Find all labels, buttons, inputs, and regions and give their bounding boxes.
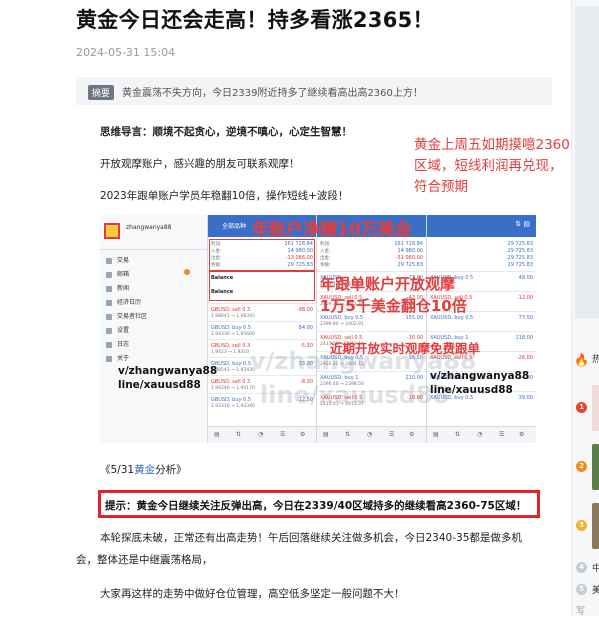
bottom-toolbar: ▤ ⇅ ◔ ☰ ⚙ xyxy=(427,426,536,443)
sidebar-ad-block xyxy=(575,6,599,318)
paragraph-intro: 思维导言：顺境不起贪心，逆境不嗔心，心定生智慧！ xyxy=(100,126,352,138)
article: 黄金今日还会走高！持多看涨2365！ 2024-05-31 15:04 摘要 黄… xyxy=(0,0,570,616)
paragraph-outlook-cont: 会，整体还是中继震荡格局， xyxy=(76,554,213,566)
summary-box: 摘要 黄金震荡不失方向，今日2339附近持多了继续看高出高2360上方！ xyxy=(76,77,552,105)
paragraph-open-account: 开放观摩账户，感兴趣的朋友可联系观摩！ xyxy=(100,158,300,170)
contact-wechat-left: v/zhangwanya88 xyxy=(118,365,218,377)
menu-item-mail[interactable]: 邮箱 xyxy=(106,269,129,278)
paragraph-result-2023: 2023年跟单账户学员年稳翻10倍，操作短线+波段！ xyxy=(100,190,349,202)
calendar-icon xyxy=(106,299,112,306)
menu-item-about[interactable]: 关于 xyxy=(106,353,129,362)
overlay-account-growth: 1万5千美金翻仓10倍 xyxy=(320,297,467,315)
highlight-box xyxy=(209,239,315,271)
menu-item-journal[interactable]: 日志 xyxy=(106,339,129,348)
contact-line-left: line/xauusd88 xyxy=(118,379,201,391)
hot-thumb-2[interactable] xyxy=(592,444,599,490)
overlay-free-follow: 近期开放实时观摩免费跟单 xyxy=(330,341,481,356)
rank-badge-2: 2 xyxy=(576,461,587,472)
contact-line-right: line/xauusd88 xyxy=(430,384,513,396)
menu-item-news[interactable]: 新闻 xyxy=(106,283,129,292)
menu-item-calendar[interactable]: 经济日历 xyxy=(106,297,141,306)
bottom-toolbar: ▤ ⇅ ◔ ☰ ⚙ xyxy=(208,426,316,443)
publish-date: 2024-05-31 15:04 xyxy=(76,46,176,59)
menu-item-community[interactable]: 交易者社区 xyxy=(106,311,147,320)
overlay-headline: 年账户净赚10万美金 xyxy=(252,220,412,240)
hot-thumb-3[interactable] xyxy=(592,503,599,549)
community-icon xyxy=(106,313,112,320)
notification-dot xyxy=(184,269,190,275)
keyword-link[interactable]: 黄金 xyxy=(134,464,155,476)
tip-box: 提示：黄金今日继续关注反弹出高，今日在2339/40区域持多的继续看高2360-… xyxy=(98,490,540,518)
fire-icon: 🔥 xyxy=(574,353,589,367)
summary-tag: 摘要 xyxy=(88,85,115,100)
trade-icon xyxy=(106,257,112,264)
gear-icon xyxy=(106,327,112,334)
mail-icon xyxy=(106,271,112,278)
menu-item-trade[interactable]: 交易 xyxy=(106,255,129,264)
analysis-heading: 《5/31黄金分析》 xyxy=(100,464,187,476)
trading-screenshot: zhangwanya88 交易 邮箱 新闻 经济日历 交易者社区 设置 日志 关… xyxy=(100,215,536,443)
watermark: line/xauusd88 xyxy=(260,381,450,409)
news-icon xyxy=(106,285,112,292)
article-title: 黄金今日还会走高！持多看涨2365！ xyxy=(76,8,434,32)
menu-item-settings[interactable]: 设置 xyxy=(106,325,129,334)
app-logo-icon xyxy=(104,223,120,239)
right-sidebar: 🔥 热 1 2 3 4 中 5 美 写 xyxy=(571,0,599,617)
rank-badge-4: 4 xyxy=(576,562,587,573)
summary-text: 黄金震荡不失方向，今日2339附近持多了继续看高出高2360上方！ xyxy=(122,88,423,99)
panel-header: ⇅ ▤ xyxy=(427,215,536,237)
bottom-toolbar: ▤ ⇅ ◔ ☰ ⚙ xyxy=(317,426,426,443)
tip-text: 提示：黄金今日继续关注反弹出高，今日在2339/40区域持多的继续看高2360-… xyxy=(105,500,527,512)
journal-icon xyxy=(106,341,112,348)
paragraph-position-management: 大家再这样的走势中做好仓位管理，高空低多坚定一般问题不大！ xyxy=(100,588,405,600)
menu-username: zhangwanya88 xyxy=(126,224,172,231)
rank-badge-1: 1 xyxy=(576,402,587,413)
info-icon xyxy=(106,355,112,362)
rank-badge-5: 5 xyxy=(576,584,587,595)
contact-wechat-right: v/zhangwanya88 xyxy=(430,370,530,382)
paragraph-outlook: 本轮探底未破，正常还有出高走势！午后回落继续关注做多机会，今日2340-35都是… xyxy=(100,532,522,544)
rank-badge-3: 3 xyxy=(576,520,587,531)
menu-panel: zhangwanya88 交易 邮箱 新闻 经济日历 交易者社区 设置 日志 关… xyxy=(100,215,208,443)
overlay-open-account: 年跟单账户开放观摩 xyxy=(320,275,456,293)
red-annotation: 黄金上周五如期摸噫2360区域，短线利润再兑现，符合预期 xyxy=(414,137,570,195)
hot-thumb-1[interactable] xyxy=(592,385,599,431)
